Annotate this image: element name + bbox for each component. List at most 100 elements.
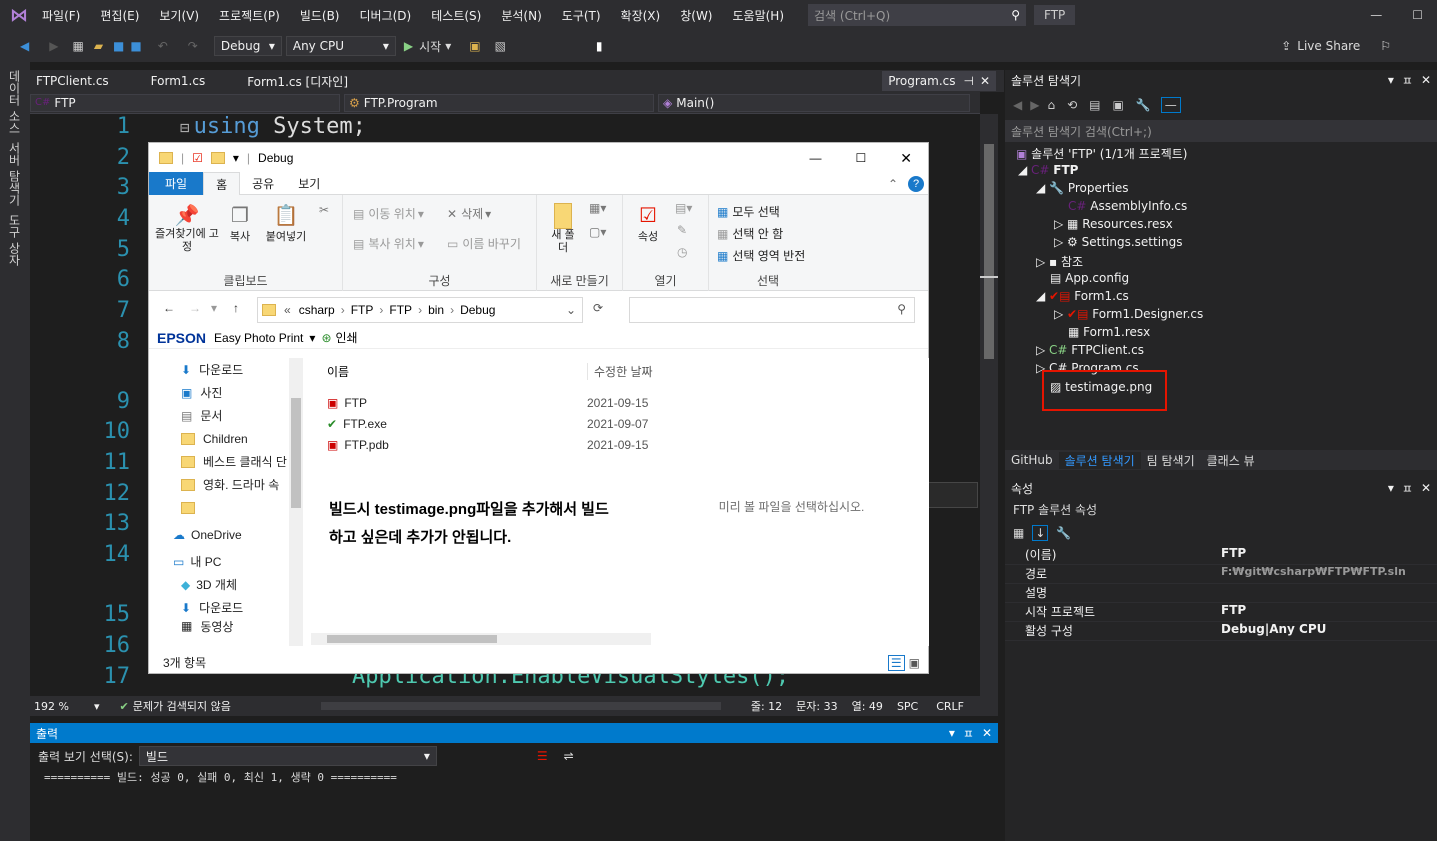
nav-pictures[interactable]: ▣ 사진 — [149, 381, 307, 404]
clear-all-icon[interactable]: ☰ — [537, 749, 548, 763]
nav-movie-drama[interactable]: 영화. 드라마 속 — [149, 473, 307, 496]
easy-access-icon[interactable]: ▢▾ — [589, 225, 606, 239]
menu-tools[interactable]: 도구(T) — [562, 7, 601, 24]
redo-icon[interactable]: ↷ — [188, 39, 198, 53]
close-icon[interactable]: ✕ — [982, 726, 992, 740]
back-icon[interactable]: ◀ — [1013, 98, 1022, 112]
nav-scrollbar[interactable] — [289, 358, 303, 646]
maximize-icon[interactable]: ☐ — [1412, 8, 1423, 22]
tree-form1[interactable]: ◢ ✔▤ Form1.cs — [1036, 289, 1129, 303]
word-wrap-icon[interactable]: ⇌ — [564, 749, 574, 763]
search-box[interactable]: 검색 (Ctrl+Q) ⚲ — [808, 4, 1027, 26]
server-explorer-tab[interactable]: 서버 탐색기 — [6, 142, 23, 206]
breadcrumb-ftp-2[interactable]: FTP — [389, 303, 412, 317]
prop-row-name[interactable]: (이름) FTP — [1005, 546, 1437, 565]
pin-to-quick-access-button[interactable]: 📌 즐겨찾기에 고정 — [155, 203, 219, 254]
prop-row-startup[interactable]: 시작 프로젝트 FTP — [1005, 603, 1437, 622]
config-select[interactable]: Debug ▾ — [213, 36, 282, 56]
preview-icon[interactable]: — — [1160, 97, 1181, 113]
cut-icon[interactable]: ✂ — [319, 203, 329, 217]
forward-icon[interactable]: ▶ — [49, 39, 58, 53]
delete-button[interactable]: ✕ 삭제 ▾ — [447, 205, 491, 222]
menu-extensions[interactable]: 확장(X) — [621, 7, 661, 24]
properties-qat-icon[interactable]: ☑ — [192, 151, 203, 165]
chevron-down-icon[interactable]: ▾ — [94, 700, 100, 713]
tree-form1-designer[interactable]: ▷ ✔▤ Form1.Designer.cs — [1054, 307, 1203, 321]
close-icon[interactable]: ✕ — [980, 74, 990, 88]
nav-scroll-thumb[interactable] — [291, 398, 301, 508]
close-icon[interactable]: ✕ — [1421, 73, 1431, 87]
toolbox-tab[interactable]: 도구 상자 — [6, 214, 23, 266]
platform-select[interactable]: Any CPU ▾ — [285, 36, 396, 56]
select-all-button[interactable]: ▦ 모두 선택 — [717, 203, 780, 220]
menu-project[interactable]: 프로젝트(P) — [219, 7, 280, 24]
nav-videos[interactable]: ▦ 동영상 — [149, 619, 307, 633]
prop-row-path[interactable]: 경로 F:₩git₩csharp₩FTP₩FTP.sln — [1005, 565, 1437, 584]
ribbon-collapse-icon[interactable]: ⌃ — [888, 177, 898, 191]
chevron-down-icon[interactable]: ▾ — [309, 331, 315, 345]
liveshare-button[interactable]: ⇪ Live Share — [1281, 39, 1360, 53]
large-icons-view-icon[interactable]: ▣ — [909, 656, 920, 670]
edit-icon[interactable]: ✎ — [677, 223, 687, 237]
tree-appconfig[interactable]: ▤ App.config — [1050, 271, 1129, 285]
zoom-level[interactable]: 192 % — [30, 700, 94, 713]
menu-analyze[interactable]: 분석(N) — [501, 7, 541, 24]
start-button[interactable]: ▶ 시작 ▾ — [404, 38, 451, 55]
tree-resources[interactable]: ▷ ▦ Resources.resx — [1054, 217, 1173, 231]
nav-documents[interactable]: ▤ 문서 — [149, 404, 307, 427]
help-icon[interactable]: ? — [908, 175, 924, 192]
breadcrumb-debug[interactable]: Debug — [460, 303, 495, 317]
tree-settings[interactable]: ▷ ⚙ Settings.settings — [1054, 235, 1183, 249]
nav-3d-objects[interactable]: ◆ 3D 개체 — [149, 573, 307, 596]
menu-window[interactable]: 창(W) — [680, 7, 712, 24]
show-all-files-icon[interactable]: ▣ — [1113, 98, 1124, 112]
project-nav[interactable]: C# FTP — [30, 93, 340, 112]
close-icon[interactable]: ✕ — [1421, 481, 1431, 495]
close-icon[interactable]: ✕ — [900, 150, 912, 167]
back-icon[interactable]: ← — [163, 301, 175, 315]
tab-program[interactable]: Program.cs ⊣ ✕ — [882, 71, 996, 91]
tab-team-explorer[interactable]: 팀 탐색기 — [1141, 452, 1201, 469]
nav-downloads[interactable]: ⬇ 다운로드 — [149, 358, 307, 381]
file-row-ftp-exe[interactable]: ✔ FTP.exe 2021-09-07 — [309, 413, 654, 434]
maximize-icon[interactable]: ☐ — [856, 151, 867, 165]
details-view-icon[interactable]: ☰ — [887, 654, 905, 671]
tab-form1-designer[interactable]: Form1.cs [디자인] — [241, 70, 354, 93]
tab-form1[interactable]: Form1.cs — [145, 71, 212, 91]
tree-form1-resx[interactable]: ▦ Form1.resx — [1068, 325, 1150, 339]
file-row-ftp[interactable]: ▣ FTP 2021-09-15 — [309, 392, 654, 413]
ribbon-tab-home[interactable]: 홈 — [203, 171, 241, 196]
new-item-icon[interactable]: ▦▾ — [589, 201, 606, 215]
menu-help[interactable]: 도움말(H) — [733, 7, 785, 24]
chevron-down-icon[interactable]: ▾ — [211, 301, 217, 315]
paste-button[interactable]: 📋 붙여넣기 — [261, 203, 311, 244]
properties-button[interactable]: ☑ 속성 — [633, 203, 663, 244]
prop-row-desc[interactable]: 설명 — [1005, 584, 1437, 603]
tree-solution[interactable]: ▣ 솔루션 'FTP' (1/1개 프로젝트) — [1016, 145, 1187, 162]
nav-onedrive[interactable]: ☁ OneDrive — [149, 523, 307, 546]
bookmark-icon[interactable]: ▮ — [596, 39, 603, 53]
feedback-icon[interactable]: ⚐ — [1380, 39, 1391, 53]
tree-properties[interactable]: ◢ 🔧 Properties — [1036, 181, 1128, 195]
collapse-icon[interactable]: ⊟ — [180, 118, 190, 137]
breadcrumb-csharp[interactable]: csharp — [299, 303, 335, 317]
ribbon-tab-file[interactable]: 파일 — [149, 172, 204, 195]
scroll-thumb[interactable] — [984, 144, 994, 359]
forward-icon[interactable]: ▶ — [1030, 98, 1039, 112]
copy-button[interactable]: ❐ 복사 — [225, 203, 255, 244]
alphabetical-icon[interactable]: ↓ — [1032, 525, 1049, 541]
menu-debug[interactable]: 디버그(D) — [360, 7, 412, 24]
categorized-icon[interactable]: ▦ — [1013, 526, 1024, 540]
prop-row-active-config[interactable]: 활성 구성 Debug|Any CPU — [1005, 622, 1437, 641]
minimize-icon[interactable]: — — [810, 151, 822, 165]
issues-status[interactable]: 문제가 검색되지 않음 — [133, 698, 231, 714]
output-source-select[interactable]: 빌드 ▾ — [138, 746, 437, 766]
menu-file[interactable]: 파일(F) — [42, 7, 80, 24]
wrench-icon[interactable]: 🔧 — [1056, 526, 1071, 540]
toolbar-misc-icon[interactable]: ▣ — [469, 39, 480, 53]
tree-project[interactable]: ◢ C# FTP — [1018, 163, 1078, 177]
menu-edit[interactable]: 편집(E) — [100, 7, 139, 24]
chevron-down-icon[interactable]: ⌄ — [566, 303, 576, 317]
rename-button[interactable]: ▭ 이름 바꾸기 — [447, 235, 521, 252]
editor-scrollbar[interactable] — [980, 114, 998, 696]
